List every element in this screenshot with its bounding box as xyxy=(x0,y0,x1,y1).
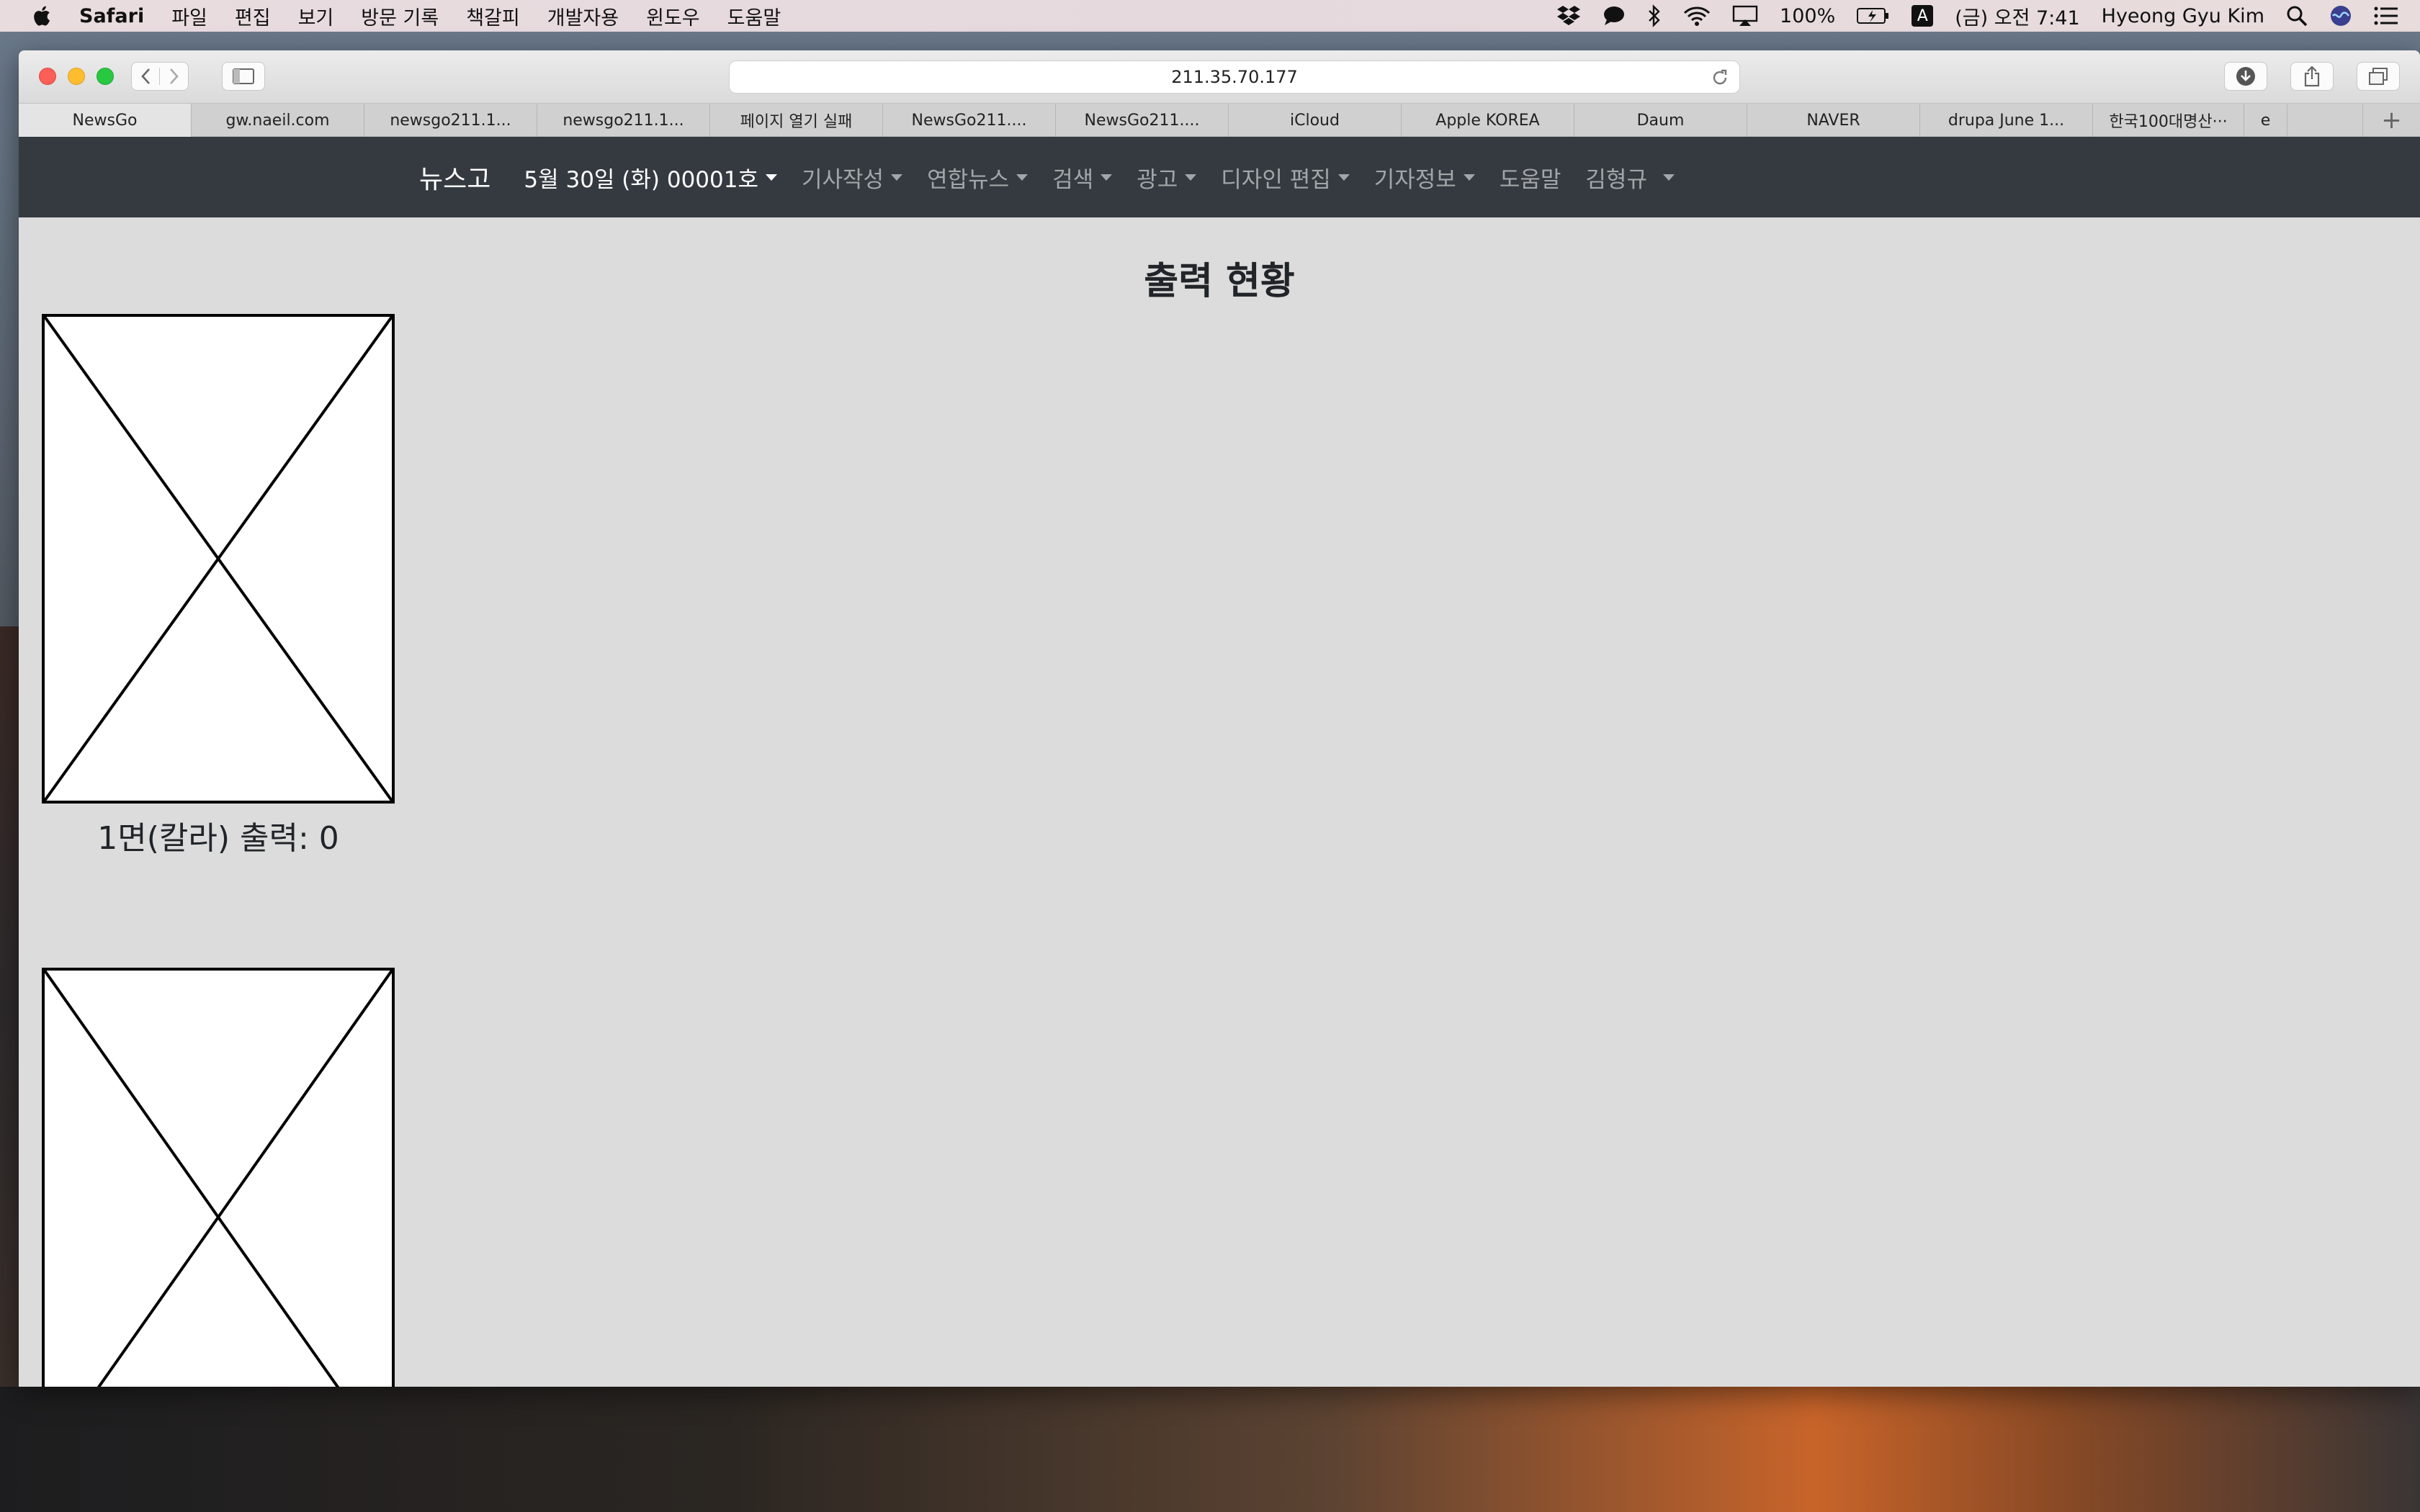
menu-app-name[interactable]: Safari xyxy=(79,5,144,27)
tab-overview-button[interactable] xyxy=(2357,62,2400,91)
tab-daum[interactable]: Daum xyxy=(1574,104,1747,137)
wifi-icon[interactable] xyxy=(1683,6,1711,26)
caret-down-icon xyxy=(1337,174,1350,181)
tab-page-failed[interactable]: 페이지 열기 실패 xyxy=(710,104,883,137)
menu-user[interactable]: Hyeong Gyu Kim xyxy=(2102,5,2264,27)
browser-toolbar: 211.35.70.177 xyxy=(19,50,2420,104)
site-brand[interactable]: 뉴스고 xyxy=(419,158,490,196)
menu-window[interactable]: 윈도우 xyxy=(646,2,700,30)
zoom-window-button[interactable] xyxy=(97,68,114,85)
caret-down-icon xyxy=(1016,174,1028,181)
menu-develop[interactable]: 개발자용 xyxy=(547,2,619,30)
dropbox-icon[interactable] xyxy=(1556,5,1581,27)
close-window-button[interactable] xyxy=(39,68,56,85)
nav-issue-dropdown[interactable]: 5월 30일 (화) 00001호 xyxy=(524,161,777,194)
menu-history[interactable]: 방문 기록 xyxy=(361,2,439,30)
battery-icon[interactable] xyxy=(1857,7,1890,24)
tab-newsgo211-a[interactable]: newsgo211.1... xyxy=(364,104,537,137)
download-icon xyxy=(2236,67,2255,86)
nav-reporter-info-label: 기자정보 xyxy=(1373,166,1456,193)
browser-window: 211.35.70.177 NewsGo gw.naeil.com newsgo… xyxy=(19,50,2420,1387)
new-tab-button[interactable]: + xyxy=(2362,104,2420,137)
nav-write-article-label: 기사작성 xyxy=(802,166,884,193)
desktop-wallpaper-left xyxy=(0,626,19,1390)
menu-view[interactable]: 보기 xyxy=(298,2,334,30)
nav-ads[interactable]: 광고 xyxy=(1137,161,1197,194)
nav-design-edit-label: 디자인 편집 xyxy=(1221,166,1331,193)
menu-bar: Safari 파일 편집 보기 방문 기록 책갈피 개발자용 윈도우 도움말 1… xyxy=(0,0,2420,32)
minimize-window-button[interactable] xyxy=(68,68,85,85)
share-icon xyxy=(2304,66,2320,87)
tab-drupa[interactable]: drupa June 1... xyxy=(1920,104,2093,137)
messages-icon[interactable] xyxy=(1603,5,1626,27)
battery-percent: 100% xyxy=(1780,4,1836,27)
page-thumbnail-placeholder[interactable] xyxy=(42,314,395,804)
nav-design-edit[interactable]: 디자인 편집 xyxy=(1221,161,1350,194)
caret-down-icon xyxy=(891,174,903,181)
input-source-icon[interactable]: A xyxy=(1912,5,1934,27)
tab-newsgo[interactable]: NewsGo xyxy=(19,104,192,137)
tab-newsgo211-d[interactable]: NewsGo211.... xyxy=(1056,104,1229,137)
broken-image-icon xyxy=(45,971,392,1387)
siri-icon[interactable] xyxy=(2329,4,2352,27)
nav-issue-label: 5월 30일 (화) 00001호 xyxy=(524,166,758,193)
downloads-button[interactable] xyxy=(2224,62,2267,91)
nav-yonhap-news[interactable]: 연합뉴스 xyxy=(927,161,1028,194)
tab-korea-mountains[interactable]: 한국100대명산··· xyxy=(2093,104,2244,137)
tab-bar: NewsGo gw.naeil.com newsgo211.1... newsg… xyxy=(19,104,2420,137)
share-button[interactable] xyxy=(2290,62,2334,91)
tab-overflow[interactable]: e xyxy=(2244,104,2287,137)
tab-apple-korea[interactable]: Apple KOREA xyxy=(1402,104,1574,137)
spotlight-search-icon[interactable] xyxy=(2286,5,2308,27)
bluetooth-icon[interactable] xyxy=(1647,4,1662,27)
reload-icon[interactable] xyxy=(1711,68,1729,91)
back-button[interactable] xyxy=(132,68,161,85)
web-page: 뉴스고 5월 30일 (화) 00001호 기사작성 연합뉴스 검색 광고 디자… xyxy=(19,137,2420,1387)
address-bar[interactable]: 211.35.70.177 xyxy=(729,60,1740,94)
menu-file[interactable]: 파일 xyxy=(171,2,207,30)
menu-clock[interactable]: (금) 오전 7:41 xyxy=(1955,2,2079,30)
page-thumbnail-placeholder[interactable] xyxy=(42,968,395,1387)
nav-yonhap-news-label: 연합뉴스 xyxy=(927,166,1010,193)
nav-user-menu[interactable]: 김형규 xyxy=(1585,161,1675,194)
url-text: 211.35.70.177 xyxy=(1171,67,1298,87)
nav-search[interactable]: 검색 xyxy=(1052,161,1113,194)
caret-down-icon xyxy=(1185,174,1197,181)
sidebar-icon xyxy=(233,68,254,84)
nav-help[interactable]: 도움말 xyxy=(1500,161,1561,194)
apple-menu-icon[interactable] xyxy=(29,4,53,28)
caret-down-icon xyxy=(1101,174,1113,181)
desktop-wallpaper xyxy=(0,1387,2420,1512)
forward-button[interactable] xyxy=(160,68,188,85)
page-output-caption: 1면(칼라) 출력: 0 xyxy=(97,820,339,857)
sidebar-toggle-button[interactable] xyxy=(222,62,265,91)
site-navbar: 뉴스고 5월 30일 (화) 00001호 기사작성 연합뉴스 검색 광고 디자… xyxy=(19,137,2420,217)
back-forward-buttons xyxy=(131,62,189,91)
airplay-icon[interactable] xyxy=(1732,5,1758,27)
menu-help[interactable]: 도움말 xyxy=(727,2,781,30)
tab-newsgo211-c[interactable]: NewsGo211.... xyxy=(883,104,1056,137)
nav-write-article[interactable]: 기사작성 xyxy=(802,161,903,194)
tabs-icon xyxy=(2369,68,2388,85)
nav-ads-label: 광고 xyxy=(1137,166,1178,193)
tab-naver[interactable]: NAVER xyxy=(1747,104,1920,137)
status-menus: 100% A (금) 오전 7:41 Hyeong Gyu Kim xyxy=(1556,0,2420,32)
caret-down-icon xyxy=(1662,174,1675,181)
tab-gw-naeil[interactable]: gw.naeil.com xyxy=(192,104,364,137)
menu-bookmarks[interactable]: 책갈피 xyxy=(466,2,520,30)
caret-down-icon xyxy=(766,174,777,181)
broken-image-icon xyxy=(45,317,392,801)
nav-user-label: 김형규 xyxy=(1585,166,1647,193)
nav-search-label: 검색 xyxy=(1052,166,1094,193)
nav-reporter-info[interactable]: 기자정보 xyxy=(1374,161,1475,194)
tab-icloud[interactable]: iCloud xyxy=(1229,104,1402,137)
notification-center-icon[interactable] xyxy=(2374,6,2398,26)
tab-newsgo211-b[interactable]: newsgo211.1... xyxy=(537,104,710,137)
menu-edit[interactable]: 편집 xyxy=(235,2,271,30)
page-title: 출력 현황 xyxy=(1144,260,1295,303)
caret-down-icon xyxy=(1463,174,1475,181)
